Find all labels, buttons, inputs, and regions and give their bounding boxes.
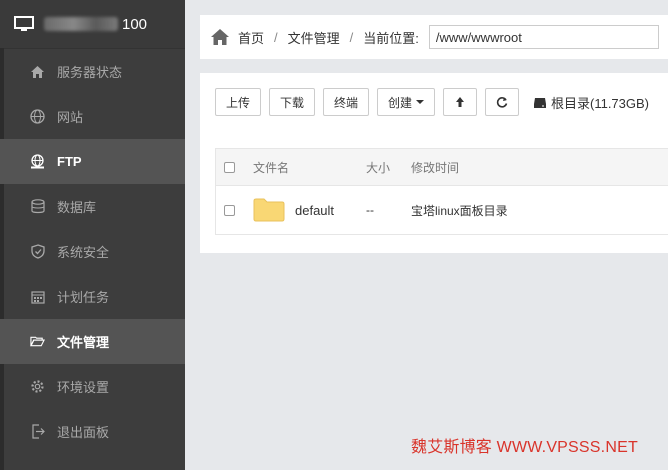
file-name[interactable]: default: [295, 203, 366, 218]
file-table: 文件名 大小 修改时间 default -- 宝塔linux面板目录: [215, 148, 668, 235]
sidebar-item-security[interactable]: 系统安全: [0, 229, 185, 274]
breadcrumb-home-link[interactable]: 首页: [238, 28, 264, 47]
column-header-size[interactable]: 大小: [366, 159, 411, 176]
folder-icon: [253, 198, 285, 222]
arrow-up-icon: [456, 97, 465, 107]
table-header: 文件名 大小 修改时间: [216, 149, 668, 186]
refresh-button[interactable]: [485, 88, 520, 116]
file-mtime: 宝塔linux面板目录: [411, 203, 508, 218]
sidebar-item-label: 计划任务: [57, 290, 110, 305]
up-directory-button[interactable]: [443, 88, 478, 116]
column-header-mtime[interactable]: 修改时间: [411, 159, 459, 176]
redacted-ip: [44, 17, 118, 31]
server-title: 100: [122, 15, 148, 33]
breadcrumb: 首页 / 文件管理 / 当前位置:: [200, 15, 668, 59]
logout-icon: [30, 424, 45, 439]
server-header: 100: [0, 0, 185, 49]
home-icon[interactable]: [210, 28, 230, 46]
calendar-icon: [30, 289, 45, 304]
ftp-globe-icon: [30, 154, 45, 169]
sidebar-item-label: 文件管理: [57, 335, 110, 350]
hard-drive-icon: [534, 97, 546, 108]
database-icon: [30, 199, 45, 214]
row-checkbox[interactable]: [224, 204, 235, 216]
sidebar: 100 服务器状态 网站 FTP 数据库 系统安全 计划任务 文件管理 环境设置…: [0, 0, 185, 470]
column-header-name[interactable]: 文件名: [253, 159, 366, 176]
disk-info[interactable]: 根目录(11.73GB): [533, 93, 649, 112]
shield-icon: [30, 244, 45, 259]
sidebar-item-logout[interactable]: 退出面板: [0, 409, 185, 454]
create-label: 创建: [388, 95, 413, 110]
main-content: 首页 / 文件管理 / 当前位置: 上传 下载 终端 创建 根目录(11.73G…: [200, 15, 668, 253]
sidebar-item-server-status[interactable]: 服务器状态: [0, 49, 185, 94]
current-location-label: 当前位置:: [363, 30, 419, 46]
upload-button[interactable]: 上传: [215, 88, 262, 116]
terminal-button[interactable]: 终端: [323, 88, 370, 116]
sidebar-item-cron[interactable]: 计划任务: [0, 274, 185, 319]
sidebar-item-label: 退出面板: [57, 425, 110, 440]
globe-icon: [30, 109, 45, 124]
file-toolbar: 上传 下载 终端 创建: [215, 88, 527, 116]
select-all-checkbox[interactable]: [224, 161, 235, 173]
sidebar-item-ftp[interactable]: FTP: [0, 139, 185, 184]
caret-down-icon: [416, 100, 425, 104]
sidebar-item-label: 网站: [57, 110, 84, 125]
sidebar-item-label: 服务器状态: [57, 65, 123, 80]
breadcrumb-separator: /: [274, 29, 278, 45]
sidebar-item-settings[interactable]: 环境设置: [0, 364, 185, 409]
sidebar-item-database[interactable]: 数据库: [0, 184, 185, 229]
sidebar-item-label: 环境设置: [57, 380, 110, 395]
file-size: --: [366, 203, 374, 217]
refresh-icon: [496, 97, 508, 108]
download-button[interactable]: 下载: [269, 88, 316, 116]
sidebar-item-website[interactable]: 网站: [0, 94, 185, 139]
sidebar-item-files[interactable]: 文件管理: [0, 319, 185, 364]
sidebar-item-label: 系统安全: [57, 245, 110, 260]
table-row[interactable]: default -- 宝塔linux面板目录: [216, 186, 668, 234]
sidebar-item-label: 数据库: [57, 200, 97, 215]
file-panel: 上传 下载 终端 创建 根目录(11.73GB) 文件名 大小 修改时间 def…: [200, 73, 668, 253]
watermark: 魏艾斯博客 WWW.VPSSS.NET: [411, 439, 638, 456]
path-input[interactable]: [428, 25, 659, 49]
monitor-icon: [14, 16, 34, 31]
create-dropdown-button[interactable]: 创建: [377, 88, 436, 116]
sidebar-item-label: FTP: [57, 154, 82, 169]
breadcrumb-separator: /: [349, 29, 354, 45]
folder-open-icon: [30, 334, 45, 349]
disk-label: 根目录(11.73GB): [551, 96, 650, 111]
home-icon: [30, 64, 45, 79]
gear-icon: [30, 379, 45, 394]
breadcrumb-files-link[interactable]: 文件管理: [288, 28, 340, 47]
